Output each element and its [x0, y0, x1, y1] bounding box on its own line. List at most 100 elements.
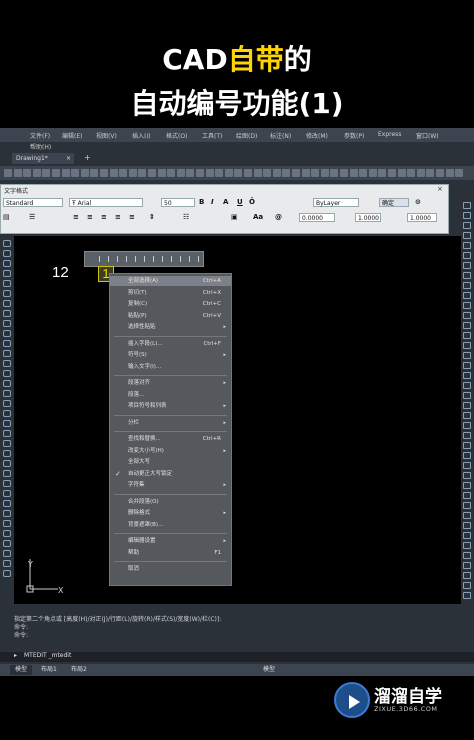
draw-tool-icon[interactable]: [3, 360, 11, 367]
modify-tool-icon[interactable]: [463, 332, 471, 339]
draw-tool-icon[interactable]: [3, 510, 11, 517]
menu-item[interactable]: 文件(F): [30, 131, 50, 140]
modify-tool-icon[interactable]: [463, 502, 471, 509]
draw-tool-icon[interactable]: [3, 390, 11, 397]
case-icon[interactable]: Aa: [253, 213, 263, 222]
color-select[interactable]: ByLayer: [313, 198, 359, 207]
draw-tool-icon[interactable]: [3, 310, 11, 317]
modify-tool-icon[interactable]: [463, 572, 471, 579]
font-select[interactable]: Ŧ Arial: [69, 198, 143, 207]
modify-tool-icon[interactable]: [463, 432, 471, 439]
modify-tool-icon[interactable]: [463, 292, 471, 299]
modify-tool-icon[interactable]: [463, 312, 471, 319]
draw-tool-icon[interactable]: [3, 270, 11, 277]
toolbar-icon[interactable]: [138, 169, 147, 177]
toolbar-icon[interactable]: [340, 169, 348, 177]
draw-tool-icon[interactable]: [3, 260, 11, 267]
toolbar-icon[interactable]: [119, 169, 128, 177]
modify-tool-icon[interactable]: [463, 362, 471, 369]
toolbar-icon[interactable]: [205, 169, 214, 177]
modify-tool-icon[interactable]: [463, 402, 471, 409]
modify-tool-icon[interactable]: [463, 512, 471, 519]
toolbar-icon[interactable]: [23, 169, 32, 177]
modify-tool-icon[interactable]: [463, 472, 471, 479]
context-menu-item[interactable]: ✓ 自动更正大写锁定: [110, 469, 231, 479]
modify-tool-icon[interactable]: [463, 492, 471, 499]
draw-tool-icon[interactable]: [3, 570, 11, 577]
toolbar-icon[interactable]: [388, 169, 396, 177]
align-justify-icon[interactable]: ≡: [115, 213, 121, 222]
toolbar-icon[interactable]: [32, 169, 41, 177]
close-icon[interactable]: ×: [66, 153, 71, 164]
text-height-select[interactable]: 50: [161, 198, 195, 207]
toolbar-icon[interactable]: [52, 169, 60, 177]
draw-tool-icon[interactable]: [3, 320, 11, 327]
context-menu-item[interactable]: 帮助 F1: [110, 548, 231, 558]
draw-tool-icon[interactable]: [3, 520, 11, 527]
style-select[interactable]: Standard: [3, 198, 63, 207]
width-factor-input[interactable]: 1.0000: [407, 213, 437, 222]
toolbar-icon[interactable]: [416, 169, 425, 177]
italic-button[interactable]: I: [211, 198, 214, 207]
toolbar-icon[interactable]: [378, 169, 387, 177]
menu-help[interactable]: 帮助(H): [30, 142, 51, 151]
toolbar-icon[interactable]: [253, 169, 262, 177]
toolbar-icon[interactable]: [359, 169, 368, 177]
menu-item[interactable]: 视图(V): [96, 131, 117, 140]
draw-tool-icon[interactable]: [3, 460, 11, 467]
context-menu-item[interactable]: 粘贴(P) Ctrl+V: [110, 311, 231, 321]
tab-drawing1[interactable]: Drawing1* ×: [12, 153, 74, 164]
draw-tool-icon[interactable]: [3, 450, 11, 457]
modify-tool-icon[interactable]: [463, 222, 471, 229]
tab-layout2[interactable]: 布局2: [66, 665, 92, 675]
toolbar-icon[interactable]: [272, 169, 281, 177]
toolbar-icon[interactable]: [282, 169, 291, 177]
toolbar-icon[interactable]: [234, 169, 243, 177]
context-menu-item[interactable]: 字符集 ▸: [110, 480, 231, 490]
toolbar-icon[interactable]: [330, 169, 339, 177]
context-menu-item[interactable]: 复制(C) Ctrl+C: [110, 299, 231, 309]
toolbar-icon[interactable]: [196, 169, 204, 177]
options-icon[interactable]: ⊙: [415, 198, 421, 207]
draw-tool-icon[interactable]: [3, 440, 11, 447]
toolbar-icon[interactable]: [215, 169, 224, 177]
columns-icon[interactable]: ▤: [3, 213, 10, 222]
toolbar-icon[interactable]: [224, 169, 233, 177]
context-menu-item[interactable]: 查找和替换... Ctrl+R: [110, 434, 231, 444]
modify-tool-icon[interactable]: [463, 442, 471, 449]
draw-tool-icon[interactable]: [3, 550, 11, 557]
overline-button[interactable]: Ō: [249, 198, 255, 207]
modify-tool-icon[interactable]: [463, 322, 471, 329]
draw-tool-icon[interactable]: [3, 530, 11, 537]
context-menu-item[interactable]: 插入字段(L)... Ctrl+F: [110, 339, 231, 349]
modify-tool-icon[interactable]: [463, 262, 471, 269]
draw-tool-icon[interactable]: [3, 480, 11, 487]
toolbar-icon[interactable]: [426, 169, 435, 177]
modify-tool-icon[interactable]: [463, 582, 471, 589]
modify-tool-icon[interactable]: [463, 532, 471, 539]
toolbar-icon[interactable]: [157, 169, 166, 177]
draw-tool-icon[interactable]: [3, 400, 11, 407]
tracking-input[interactable]: 1.0000: [355, 213, 381, 222]
modify-tool-icon[interactable]: [463, 272, 471, 279]
line-spacing-icon[interactable]: ⇕: [149, 213, 155, 222]
draw-tool-icon[interactable]: [3, 540, 11, 547]
modify-tool-icon[interactable]: [463, 202, 471, 209]
text-ruler[interactable]: [84, 251, 204, 267]
toolbar-icon[interactable]: [167, 169, 176, 177]
toolbar-icon[interactable]: [349, 169, 358, 177]
toolbar-icon[interactable]: [436, 169, 444, 177]
toolbar-icon[interactable]: [42, 169, 51, 177]
menu-item[interactable]: 插入(I): [132, 131, 150, 140]
draw-tool-icon[interactable]: [3, 470, 11, 477]
modify-tool-icon[interactable]: [463, 522, 471, 529]
menu-item[interactable]: 窗口(W): [416, 131, 439, 140]
align-left-icon[interactable]: ≡: [73, 213, 79, 222]
oblique-angle-input[interactable]: 0.0000: [299, 213, 335, 222]
modify-tool-icon[interactable]: [463, 412, 471, 419]
draw-tool-icon[interactable]: [3, 380, 11, 387]
close-icon[interactable]: ×: [437, 185, 443, 193]
modify-tool-icon[interactable]: [463, 242, 471, 249]
draw-tool-icon[interactable]: [3, 300, 11, 307]
modify-tool-icon[interactable]: [463, 232, 471, 239]
